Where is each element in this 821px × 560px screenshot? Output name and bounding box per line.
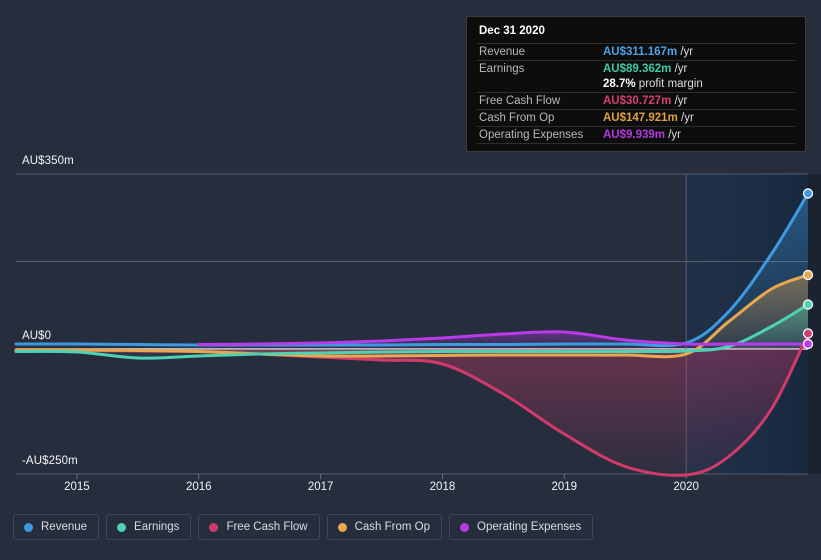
legend-color-dot-icon [117, 522, 127, 532]
legend-item-revenue[interactable]: Revenue [13, 514, 100, 540]
tooltip-profit-margin-value: 28.7% profit margin [603, 78, 703, 90]
tooltip-row: Free Cash Flow AU$30.727m /yr [477, 92, 795, 110]
legend-item-label: Free Cash Flow [226, 521, 308, 533]
tooltip-table: Revenue AU$311.167m /yr Earnings AU$89.362m… [477, 43, 795, 147]
x-axis-label-2016: 2016 [185, 481, 212, 493]
tooltip-row-label: Operating Expenses [477, 126, 601, 144]
tooltip-row-label: Earnings [477, 60, 601, 77]
tooltip-row-value: AU$89.362m /yr [601, 60, 795, 77]
tooltip-footer-cell [477, 143, 795, 147]
legend-color-dot-icon [24, 522, 33, 532]
legend-item-cash-from-op[interactable]: Cash From Op [326, 514, 443, 540]
legend-item-label: Cash From Op [354, 521, 431, 533]
tooltip-date: Dec 31 2020 [479, 25, 545, 37]
legend-item-earnings[interactable]: Earnings [106, 514, 192, 540]
tooltip-row-label: Free Cash Flow [477, 92, 601, 110]
y-axis-label-zero: AU$0 [22, 330, 52, 342]
x-axis-label-2019: 2019 [551, 481, 578, 493]
tooltip-row-label: Cash From Op [477, 109, 601, 127]
tooltip-row: Operating Expenses AU$9.939m /yr [477, 126, 795, 144]
y-axis-label-bottom: -AU$250m [22, 455, 78, 467]
legend-color-dot-icon [337, 522, 347, 532]
x-axis-label-2017: 2017 [307, 481, 334, 493]
x-axis-label-2018: 2018 [429, 481, 456, 493]
chart-legend: Revenue Earnings Free Cash Flow Cash From O… [13, 514, 594, 540]
tooltip-row-value: AU$311.167m /yr [601, 43, 795, 61]
tooltip-row: Cash From Op AU$147.921m /yr [477, 109, 795, 127]
legend-color-dot-icon [460, 522, 470, 532]
legend-item-label: Earnings [134, 521, 180, 533]
tooltip-row-value: AU$147.921m /yr [601, 109, 795, 127]
tooltip-footer-rule [477, 143, 795, 147]
tooltip-row: Earnings AU$89.362m /yr [477, 60, 795, 77]
x-axis-label-2015: 2015 [64, 481, 90, 493]
y-axis-label-top: AU$350m [22, 155, 74, 167]
data-tooltip: Dec 31 2020 Revenue AU$311.167m /yr Earnin… [466, 16, 806, 152]
legend-item-operating-expenses[interactable]: Operating Expenses [449, 514, 594, 540]
legend-item-label: Operating Expenses [477, 521, 582, 533]
x-axis-label-2020: 2020 [673, 481, 699, 493]
tooltip-profit-margin-row: 28.7% profit margin [477, 77, 795, 93]
legend-color-dot-icon [209, 522, 219, 532]
tooltip-row: Revenue AU$311.167m /yr [477, 43, 795, 61]
tooltip-row-label: Revenue [477, 43, 601, 61]
tooltip-row-value: AU$9.939m /yr [601, 126, 795, 144]
legend-item-label: Revenue [41, 521, 88, 533]
tooltip-row-value: AU$30.727m /yr [601, 92, 795, 110]
financial-chart-page: AU$350m AU$0 -AU$250m 2015 2016 2017 2018 20… [0, 0, 821, 560]
tooltip-profit-margin-spacer [477, 77, 601, 93]
legend-item-free-cash-flow[interactable]: Free Cash Flow [198, 514, 320, 540]
